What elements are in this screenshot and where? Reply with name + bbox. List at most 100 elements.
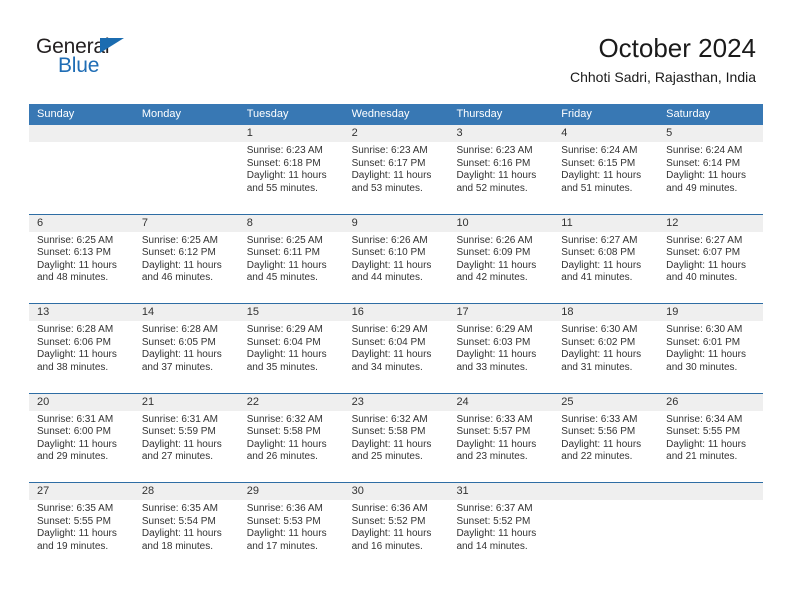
sunrise-text: Sunrise: 6:31 AM <box>37 413 114 425</box>
day-cell[interactable]: 24 Sunrise: 6:33 AM Sunset: 5:57 PM Dayl… <box>448 394 553 483</box>
sunset-text: Sunset: 5:55 PM <box>37 515 111 527</box>
week-row: 1 Sunrise: 6:23 AM Sunset: 6:18 PM Dayli… <box>29 125 763 214</box>
sunrise-text: Sunrise: 6:29 AM <box>246 324 323 335</box>
day-cell[interactable]: 13 Sunrise: 6:28 AM Sunset: 6:06 PM Dayl… <box>29 304 134 393</box>
sunset-text: Sunset: 5:58 PM <box>351 426 426 438</box>
day-cell[interactable]: 20 Sunrise: 6:31 AM Sunset: 6:00 PM Dayl… <box>29 394 134 483</box>
day-cell[interactable]: 4 Sunrise: 6:24 AM Sunset: 6:15 PM Dayli… <box>553 125 658 214</box>
dow-sunday: Sunday <box>37 108 75 120</box>
sunset-text: Sunset: 6:16 PM <box>456 157 531 169</box>
general-blue-logo: General Blue <box>36 36 176 86</box>
day-cell[interactable]: 7 Sunrise: 6:25 AM Sunset: 6:12 PM Dayli… <box>134 215 239 304</box>
day-cell[interactable]: 31 Sunrise: 6:37 AM Sunset: 5:52 PM Dayl… <box>448 483 553 572</box>
day-info: Sunrise: 6:35 AM Sunset: 5:54 PM Dayligh… <box>142 503 235 553</box>
day-of-week-header-row: Sunday Monday Tuesday Wednesday Thursday… <box>29 104 763 125</box>
day-info: Sunrise: 6:33 AM Sunset: 5:56 PM Dayligh… <box>561 414 654 464</box>
sunset-text: Sunset: 6:04 PM <box>351 336 426 348</box>
daylight-text-line2: and 23 minutes. <box>456 451 528 463</box>
sunset-text: Sunset: 6:15 PM <box>561 157 636 169</box>
day-cell[interactable]: 17 Sunrise: 6:29 AM Sunset: 6:03 PM Dayl… <box>448 304 553 393</box>
daylight-text-line2: and 51 minutes. <box>561 182 633 194</box>
daylight-text-line1: Daylight: 11 hours <box>351 528 432 540</box>
daylight-text-line2: and 18 minutes. <box>141 540 214 552</box>
day-info: Sunrise: 6:35 AM Sunset: 5:55 PM Dayligh… <box>37 503 130 553</box>
day-cell[interactable]: 8 Sunrise: 6:25 AM Sunset: 6:11 PM Dayli… <box>239 215 344 304</box>
day-info: Sunrise: 6:30 AM Sunset: 6:01 PM Dayligh… <box>666 324 759 374</box>
day-cell[interactable]: 3 Sunrise: 6:23 AM Sunset: 6:16 PM Dayli… <box>448 125 553 214</box>
dow-thursday: Thursday <box>456 108 503 120</box>
sunrise-text: Sunrise: 6:23 AM <box>246 145 323 156</box>
day-number: 18 <box>561 306 574 318</box>
daylight-text-line2: and 21 minutes. <box>666 451 738 463</box>
day-cell[interactable]: 23 Sunrise: 6:32 AM Sunset: 5:58 PM Dayl… <box>344 394 449 483</box>
day-cell[interactable] <box>29 125 134 214</box>
daylight-text-line1: Daylight: 11 hours <box>666 170 747 182</box>
day-cell[interactable] <box>553 483 658 572</box>
day-cell[interactable]: 26 Sunrise: 6:34 AM Sunset: 5:55 PM Dayl… <box>658 394 763 483</box>
sunset-text: Sunset: 5:57 PM <box>456 426 531 438</box>
day-cell[interactable] <box>658 483 763 572</box>
day-info: Sunrise: 6:24 AM Sunset: 6:15 PM Dayligh… <box>561 145 654 195</box>
day-cell[interactable]: 12 Sunrise: 6:27 AM Sunset: 6:07 PM Dayl… <box>658 215 763 304</box>
day-info: Sunrise: 6:32 AM Sunset: 5:58 PM Dayligh… <box>352 414 445 464</box>
day-cell[interactable]: 16 Sunrise: 6:29 AM Sunset: 6:04 PM Dayl… <box>344 304 449 393</box>
daylight-text-line2: and 42 minutes. <box>456 272 528 284</box>
day-info: Sunrise: 6:26 AM Sunset: 6:10 PM Dayligh… <box>352 235 445 285</box>
day-cell[interactable]: 15 Sunrise: 6:29 AM Sunset: 6:04 PM Dayl… <box>239 304 344 393</box>
day-number: 13 <box>37 306 50 318</box>
day-cell[interactable]: 25 Sunrise: 6:33 AM Sunset: 5:56 PM Dayl… <box>553 394 658 483</box>
day-info: Sunrise: 6:32 AM Sunset: 5:58 PM Dayligh… <box>247 414 340 464</box>
sunrise-text: Sunrise: 6:36 AM <box>246 503 323 514</box>
daylight-text-line1: Daylight: 11 hours <box>141 259 222 271</box>
day-cell[interactable]: 14 Sunrise: 6:28 AM Sunset: 6:05 PM Dayl… <box>134 304 239 393</box>
day-cell[interactable]: 5 Sunrise: 6:24 AM Sunset: 6:14 PM Dayli… <box>658 125 763 214</box>
day-cell[interactable]: 9 Sunrise: 6:26 AM Sunset: 6:10 PM Dayli… <box>344 215 449 304</box>
day-cell[interactable]: 27 Sunrise: 6:35 AM Sunset: 5:55 PM Dayl… <box>29 483 134 572</box>
day-number: 20 <box>37 395 50 408</box>
day-cell[interactable]: 28 Sunrise: 6:35 AM Sunset: 5:54 PM Dayl… <box>134 483 239 572</box>
sunset-text: Sunset: 6:14 PM <box>666 157 741 169</box>
title-block: October 2024 Chhoti Sadri, Rajasthan, In… <box>570 32 756 86</box>
sunrise-text: Sunrise: 6:37 AM <box>456 503 533 514</box>
day-cell[interactable]: 1 Sunrise: 6:23 AM Sunset: 6:18 PM Dayli… <box>239 125 344 214</box>
day-cell[interactable] <box>134 125 239 214</box>
day-number: 14 <box>141 306 155 318</box>
daylight-text-line2: and 35 minutes. <box>246 361 318 373</box>
week-row: 6 Sunrise: 6:25 AM Sunset: 6:13 PM Dayli… <box>29 213 763 304</box>
day-cell[interactable]: 2 Sunrise: 6:23 AM Sunset: 6:17 PM Dayli… <box>344 125 449 214</box>
page-title: October 2024 <box>598 33 756 63</box>
sunset-text: Sunset: 6:10 PM <box>351 247 426 259</box>
day-cell[interactable]: 18 Sunrise: 6:30 AM Sunset: 6:02 PM Dayl… <box>553 304 658 393</box>
daylight-text-line2: and 17 minutes. <box>246 540 318 552</box>
day-number: 9 <box>351 216 358 229</box>
day-cell[interactable]: 29 Sunrise: 6:36 AM Sunset: 5:53 PM Dayl… <box>239 483 344 572</box>
day-info: Sunrise: 6:36 AM Sunset: 5:52 PM Dayligh… <box>352 503 445 553</box>
day-cell[interactable]: 30 Sunrise: 6:36 AM Sunset: 5:52 PM Dayl… <box>344 483 449 572</box>
daylight-text-line1: Daylight: 11 hours <box>456 170 537 182</box>
day-cell[interactable]: 22 Sunrise: 6:32 AM Sunset: 5:58 PM Dayl… <box>239 394 344 483</box>
sunrise-text: Sunrise: 6:26 AM <box>351 234 428 246</box>
sunset-text: Sunset: 6:02 PM <box>561 336 636 348</box>
sunrise-text: Sunrise: 6:24 AM <box>561 145 638 156</box>
day-cell[interactable]: 6 Sunrise: 6:25 AM Sunset: 6:13 PM Dayli… <box>29 215 134 304</box>
daylight-text-line2: and 49 minutes. <box>666 182 738 194</box>
daylight-text-line2: and 41 minutes. <box>561 272 633 284</box>
sunrise-text: Sunrise: 6:27 AM <box>561 234 638 246</box>
daylight-text-line2: and 29 minutes. <box>37 451 109 463</box>
sunset-text: Sunset: 6:13 PM <box>37 247 111 259</box>
sunset-text: Sunset: 6:03 PM <box>456 336 531 348</box>
day-number: 4 <box>561 127 568 139</box>
dow-monday: Monday <box>141 108 181 120</box>
sunrise-text: Sunrise: 6:32 AM <box>246 413 323 425</box>
day-cell[interactable]: 10 Sunrise: 6:26 AM Sunset: 6:09 PM Dayl… <box>448 215 553 304</box>
daylight-text-line1: Daylight: 11 hours <box>561 349 642 361</box>
day-cell[interactable]: 11 Sunrise: 6:27 AM Sunset: 6:08 PM Dayl… <box>553 215 658 304</box>
sunset-text: Sunset: 5:56 PM <box>561 426 636 438</box>
sunrise-text: Sunrise: 6:27 AM <box>666 234 743 246</box>
daylight-text-line1: Daylight: 11 hours <box>351 170 432 182</box>
daylight-text-line2: and 19 minutes. <box>37 540 109 552</box>
day-cell[interactable]: 19 Sunrise: 6:30 AM Sunset: 6:01 PM Dayl… <box>658 304 763 393</box>
daylight-text-line2: and 14 minutes. <box>456 540 528 552</box>
day-number: 25 <box>561 395 574 408</box>
day-cell[interactable]: 21 Sunrise: 6:31 AM Sunset: 5:59 PM Dayl… <box>134 394 239 483</box>
